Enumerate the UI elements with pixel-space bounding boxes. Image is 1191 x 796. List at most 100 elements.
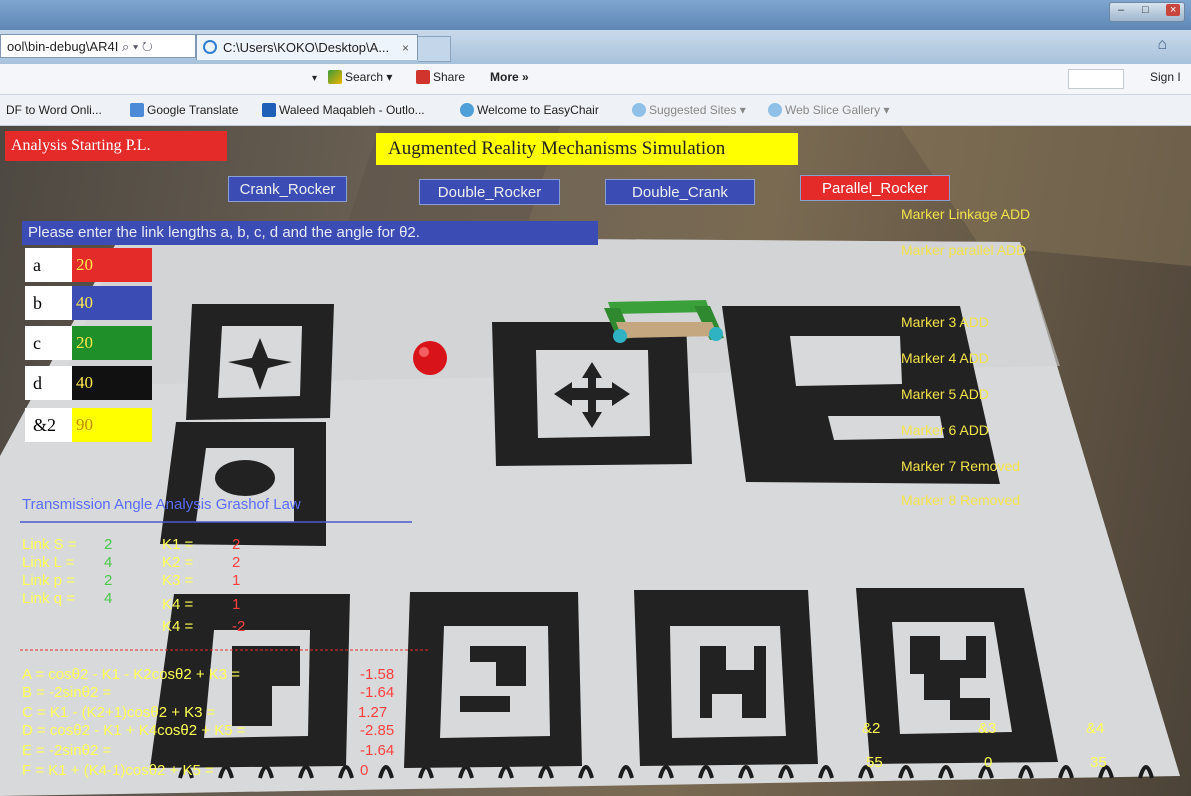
- tab-row: ool\bin-debug\AR4I ⌕ ▾ ↻ C:\Users\KOKO\D…: [0, 30, 1191, 64]
- search-provider-icon: [328, 70, 342, 84]
- search-button[interactable]: Search ▾: [328, 70, 392, 84]
- window-title-bar: – □ ×: [0, 0, 1191, 30]
- eq-f-value: 0: [360, 762, 369, 779]
- share-icon: [416, 70, 430, 84]
- fav-easychair[interactable]: Welcome to EasyChair: [460, 103, 599, 117]
- mini-search-box[interactable]: [1068, 69, 1124, 89]
- k4-label: K4 =: [162, 596, 194, 613]
- ar-marker-7: [634, 590, 818, 766]
- k1-label: K1 =: [162, 536, 194, 553]
- eq-c-value: 1.27: [358, 704, 388, 721]
- browser-tab[interactable]: C:\Users\KOKO\Desktop\A... ×: [196, 34, 418, 60]
- link-q-label: Link q =: [22, 590, 75, 607]
- marker-status-4: Marker 4 ADD: [901, 350, 989, 366]
- theta3-result-label: &3: [978, 720, 997, 737]
- fav-google-translate[interactable]: Google Translate: [130, 103, 238, 117]
- link-q-value: 4: [104, 590, 113, 607]
- eq-a-label: A = cosθ2 - K1 - K2cosθ2 + K3 =: [22, 666, 241, 683]
- new-tab-button[interactable]: [418, 36, 451, 62]
- link-l-label: Link L =: [22, 554, 75, 571]
- share-button[interactable]: Share: [416, 70, 465, 84]
- eq-d-label: D = cosθ2 - K1 + K4cosθ2 + K5 =: [22, 722, 246, 739]
- eq-e-value: -1.64: [360, 742, 395, 759]
- theta2-result-label: &2: [862, 720, 881, 737]
- fav-web-slice-gallery[interactable]: Web Slice Gallery ▾: [768, 103, 890, 117]
- k5-value: -2: [232, 618, 246, 635]
- eq-f-label: F = K1 + (K4-1)cosθ2 + K5 =: [22, 762, 214, 779]
- link-s-value: 2: [104, 536, 113, 553]
- k2-value: 2: [232, 554, 241, 571]
- maximize-icon[interactable]: □: [1142, 4, 1149, 16]
- theta3-result-value: 0: [984, 754, 993, 771]
- search-dropdown-icon[interactable]: ⌕ ▾: [122, 39, 142, 54]
- address-bar[interactable]: ool\bin-debug\AR4I ⌕ ▾ ↻: [0, 34, 196, 58]
- ie-page-icon: [632, 103, 646, 117]
- fav-suggested-sites[interactable]: Suggested Sites ▾: [632, 103, 746, 117]
- theta2-input[interactable]: [72, 408, 152, 442]
- ie-page-icon: [460, 103, 474, 117]
- ie-page-icon: [768, 103, 782, 117]
- window-controls[interactable]: – □ ×: [1109, 2, 1185, 22]
- ar-camera-viewport[interactable]: Analysis Starting P.L. Augmented Reality…: [0, 126, 1191, 796]
- eq-a-value: -1.58: [360, 666, 395, 683]
- k1-value: 2: [232, 536, 241, 553]
- crank-rocker-button[interactable]: Crank_Rocker: [228, 176, 347, 202]
- refresh-icon[interactable]: ↻: [142, 39, 153, 54]
- home-icon[interactable]: ⌂: [1157, 36, 1167, 54]
- translate-icon: [130, 103, 144, 117]
- ar-marker-2: [160, 422, 326, 546]
- fav-outlook[interactable]: Waleed Maqableh - Outlo...: [262, 103, 425, 117]
- app-title: Augmented Reality Mechanisms Simulation: [376, 133, 798, 165]
- more-button[interactable]: More »: [490, 70, 529, 84]
- k2-label: K2 =: [162, 554, 194, 571]
- eq-e-label: E = -2sinθ2 =: [22, 742, 112, 759]
- marker-status-5: Marker 5 ADD: [901, 386, 989, 402]
- marker-status-2: Marker parallel ADD: [901, 242, 1027, 258]
- minimize-icon[interactable]: –: [1118, 4, 1124, 16]
- marker-status-8: Marker 8 Removed: [901, 492, 1021, 508]
- link-p-value: 2: [104, 572, 113, 589]
- ar-marker-8: [856, 588, 1058, 764]
- sign-in-link[interactable]: Sign I: [1150, 70, 1181, 84]
- input-label-d: d: [25, 366, 72, 400]
- marker-status-1: Marker Linkage ADD: [901, 206, 1031, 222]
- link-l-value: 4: [104, 554, 113, 571]
- fav-pdf-to-word[interactable]: DF to Word Onli...: [6, 103, 102, 117]
- k3-label: K3 =: [162, 572, 194, 589]
- ie-icon: [203, 40, 217, 54]
- close-window-icon[interactable]: ×: [1166, 4, 1181, 16]
- k4-value: 1: [232, 596, 241, 613]
- theta4-result-value: 35: [1090, 754, 1107, 771]
- double-crank-button[interactable]: Double_Crank: [605, 179, 755, 205]
- input-label-c: c: [25, 326, 72, 360]
- input-label-a: a: [25, 248, 72, 282]
- eq-b-value: -1.64: [360, 684, 395, 701]
- link-length-prompt: Please enter the link lengths a, b, c, d…: [22, 221, 598, 245]
- address-text: ool\bin-debug\AR4I: [7, 39, 119, 54]
- input-label-b: b: [25, 286, 72, 320]
- marker-status-6: Marker 6 ADD: [901, 422, 989, 438]
- command-toolbar: ▾ Search ▾ Share More » Sign I: [0, 64, 1191, 95]
- ar-marker-1: [186, 304, 334, 420]
- red-ball: [413, 341, 447, 375]
- link-c-input[interactable]: [72, 326, 152, 360]
- search-dropdown-arrow-icon[interactable]: ▾: [312, 73, 317, 84]
- analysis-heading: Transmission Angle Analysis Grashof Law: [22, 496, 301, 513]
- link-a-input[interactable]: [72, 248, 152, 282]
- favorites-bar: DF to Word Onli... Google Translate Wale…: [0, 95, 1191, 126]
- double-rocker-button[interactable]: Double_Rocker: [419, 179, 560, 205]
- link-d-input[interactable]: [72, 366, 152, 400]
- link-b-input[interactable]: [72, 286, 152, 320]
- link-s-label: Link S =: [22, 536, 77, 553]
- marker-status-3: Marker 3 ADD: [901, 314, 989, 330]
- theta2-result-value: 55: [866, 754, 883, 771]
- parallel-rocker-button[interactable]: Parallel_Rocker: [800, 175, 950, 201]
- k3-value: 1: [232, 572, 241, 589]
- ar-marker-3: [492, 322, 692, 466]
- input-label-theta2: &2: [25, 408, 72, 442]
- outlook-icon: [262, 103, 276, 117]
- k5-label: K4 =: [162, 618, 194, 635]
- link-p-label: Link p =: [22, 572, 75, 589]
- eq-d-value: -2.85: [360, 722, 395, 739]
- tab-close-icon[interactable]: ×: [402, 35, 409, 61]
